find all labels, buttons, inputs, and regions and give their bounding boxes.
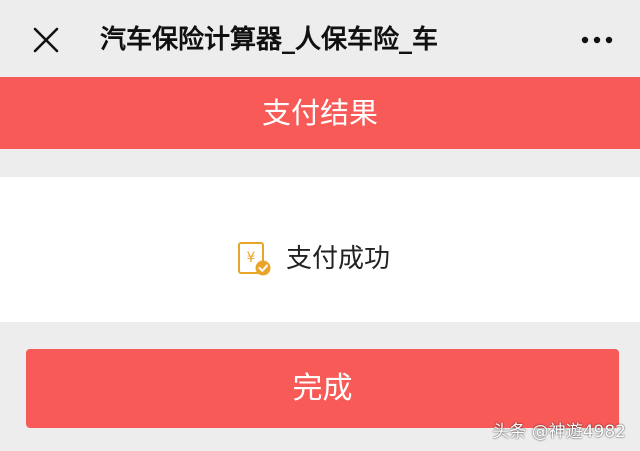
done-button[interactable]: 完成 bbox=[26, 349, 619, 428]
yuan-receipt-check-icon: ¥ bbox=[237, 242, 271, 276]
navbar: 汽车保险计算器_人保车险_车 bbox=[0, 0, 640, 77]
watermark: 头条 @神遊4982 bbox=[492, 422, 626, 442]
payment-result-page: 汽车保险计算器_人保车险_车 支付结果 ¥ 支付成功 完成 头条 @神遊4982 bbox=[0, 0, 640, 451]
status-row: ¥ 支付成功 bbox=[0, 239, 640, 279]
page-title: 汽车保险计算器_人保车险_车 bbox=[100, 25, 439, 55]
result-panel: ¥ 支付成功 bbox=[0, 177, 640, 322]
more-button[interactable] bbox=[577, 24, 617, 56]
close-icon bbox=[33, 27, 59, 53]
close-button[interactable] bbox=[26, 20, 66, 60]
svg-text:¥: ¥ bbox=[247, 250, 256, 266]
result-header: 支付结果 bbox=[0, 77, 640, 149]
status-text: 支付成功 bbox=[285, 244, 390, 274]
more-dots-icon bbox=[581, 36, 613, 44]
